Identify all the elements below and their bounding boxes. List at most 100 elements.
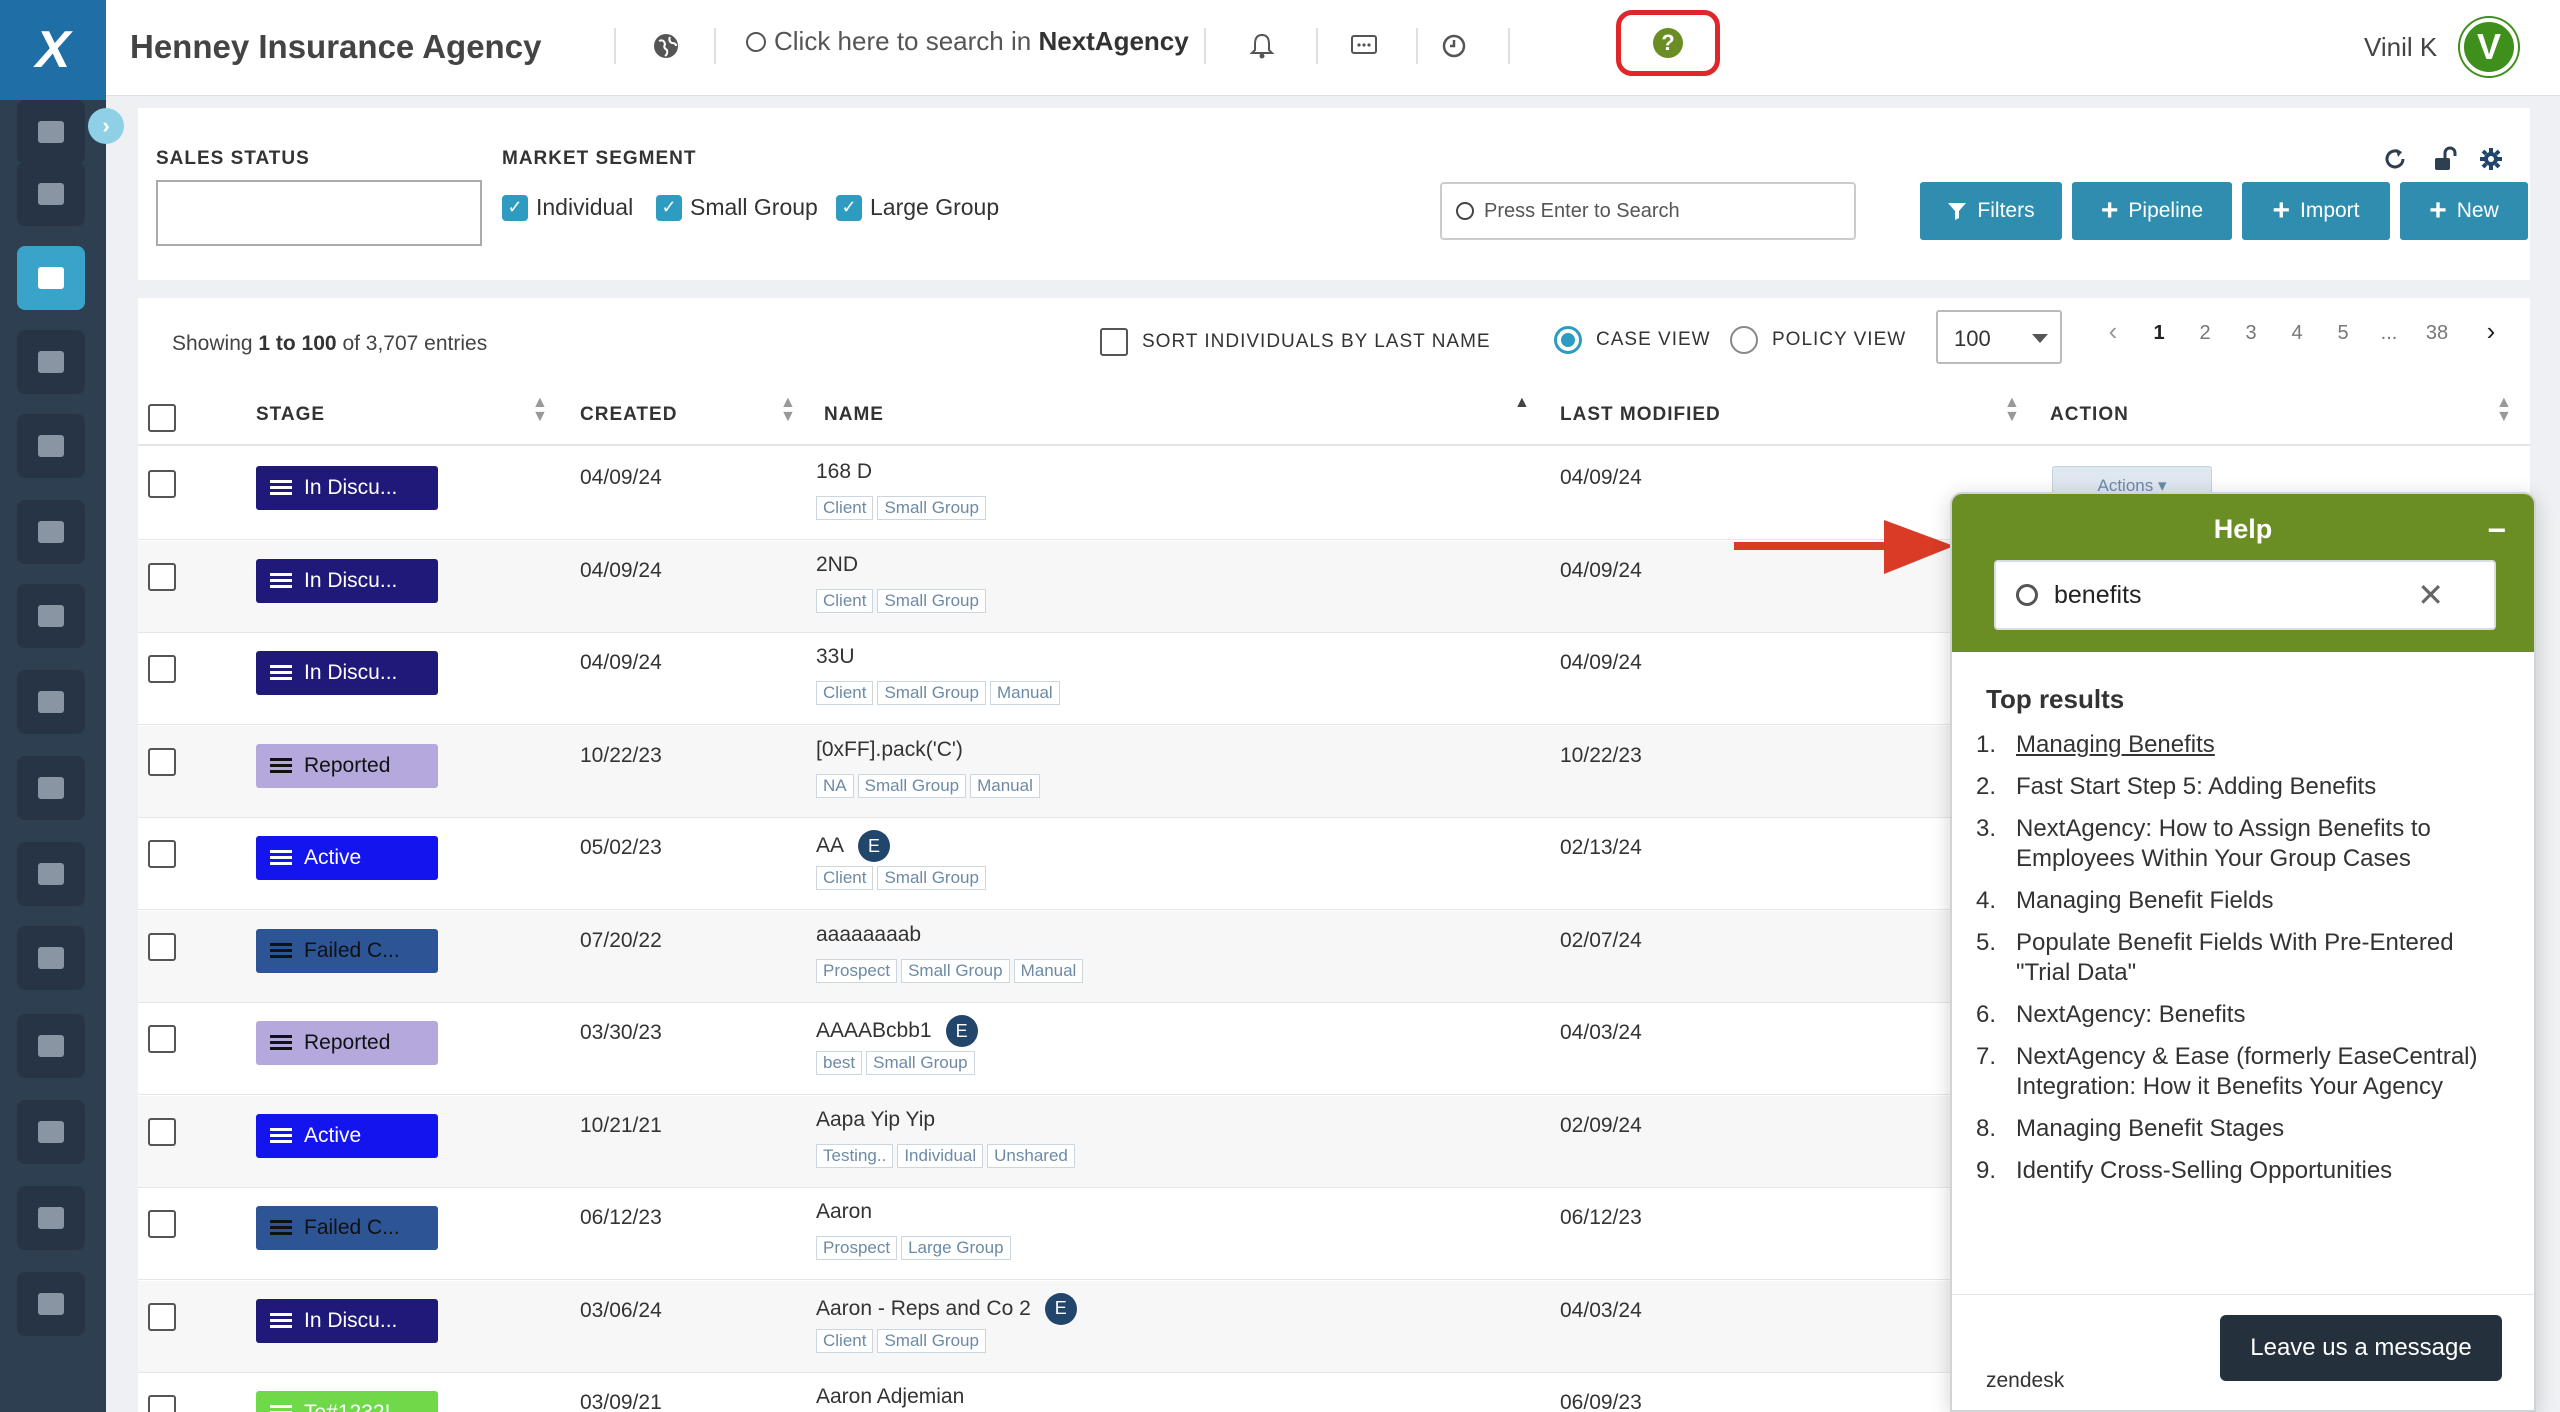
- help-result-item[interactable]: 4. Managing Benefit Fields: [1976, 886, 2506, 916]
- stage-badge[interactable]: In Discu...: [256, 1298, 438, 1343]
- case-name[interactable]: Aaron - Reps and Co 2 E: [816, 1292, 1077, 1325]
- row-checkbox[interactable]: [148, 1210, 176, 1238]
- row-checkbox[interactable]: [148, 562, 176, 591]
- row-checkbox[interactable]: [148, 655, 176, 683]
- stage-badge[interactable]: In Discu...: [256, 651, 438, 695]
- result-link[interactable]: Fast Start Step 5: Adding Benefits: [2016, 772, 2376, 802]
- case-name[interactable]: Aaron: [816, 1200, 872, 1224]
- case-name-text[interactable]: Aapa Yip Yip: [816, 1108, 935, 1132]
- sidebar-item-book[interactable]: [17, 414, 85, 478]
- select-all-checkbox[interactable]: [148, 404, 176, 432]
- sidebar-item-calendar[interactable]: [17, 670, 85, 734]
- stage-badge[interactable]: Active: [256, 836, 438, 880]
- minimize-icon[interactable]: −: [2487, 512, 2506, 549]
- sidebar-item-pie-chart[interactable]: [17, 162, 85, 226]
- stage-badge[interactable]: Active: [256, 1113, 438, 1158]
- result-link[interactable]: Identify Cross-Selling Opportunities: [2016, 1156, 2392, 1186]
- help-result-item[interactable]: 6. NextAgency: Benefits: [1976, 1000, 2506, 1030]
- row-checkbox[interactable]: [148, 1395, 176, 1412]
- sidebar-item-lock[interactable]: [17, 100, 85, 164]
- prev-page-button[interactable]: ‹: [2096, 316, 2130, 347]
- new-button[interactable]: + New: [2400, 182, 2528, 240]
- stage-badge[interactable]: Reported: [256, 743, 438, 788]
- case-name-text[interactable]: AA: [816, 834, 844, 858]
- filters-button[interactable]: Filters: [1920, 182, 2062, 240]
- sidebar-item-contact[interactable]: [17, 926, 85, 990]
- sort-individuals-checkbox[interactable]: SORT INDIVIDUALS BY LAST NAME: [1100, 328, 1491, 356]
- page-button[interactable]: 1: [2142, 322, 2176, 345]
- row-checkbox[interactable]: [148, 932, 176, 961]
- unlock-icon[interactable]: [2432, 146, 2458, 179]
- globe-icon[interactable]: [648, 28, 684, 64]
- column-header-name[interactable]: NAME: [824, 404, 884, 426]
- case-name[interactable]: 33U: [816, 645, 855, 669]
- case-name[interactable]: aaaaaaaab: [816, 923, 921, 947]
- case-name-text[interactable]: [0xFF].pack('C'): [816, 738, 963, 762]
- app-logo[interactable]: X: [0, 0, 106, 100]
- sidebar-item-monitor[interactable]: [17, 330, 85, 394]
- sort-icon[interactable]: ▲ ▼: [532, 395, 548, 425]
- help-result-item[interactable]: 9. Identify Cross-Selling Opportunities: [1976, 1156, 2506, 1186]
- bell-icon[interactable]: [1244, 28, 1280, 64]
- refresh-icon[interactable]: [2382, 146, 2408, 179]
- row-checkbox[interactable]: [148, 1117, 176, 1146]
- stage-badge[interactable]: In Discu...: [256, 558, 438, 603]
- sidebar-toggle-button[interactable]: ›: [88, 108, 124, 144]
- sidebar-item-mail[interactable]: [17, 756, 85, 820]
- page-button[interactable]: 4: [2280, 322, 2314, 345]
- case-name-text[interactable]: AAAABcbb1: [816, 1019, 932, 1043]
- stage-badge[interactable]: Te#1232!: [256, 1391, 438, 1412]
- case-name[interactable]: 168 D: [816, 460, 872, 484]
- result-link[interactable]: Managing Benefit Stages: [2016, 1114, 2284, 1144]
- result-link[interactable]: Managing Benefits: [2016, 730, 2215, 760]
- segment-checkbox-large-group[interactable]: ✓ Large Group: [836, 194, 999, 221]
- pipeline-button[interactable]: + Pipeline: [2072, 182, 2232, 240]
- help-button[interactable]: ?: [1616, 10, 1720, 76]
- sidebar-item-bar-chart[interactable]: [17, 584, 85, 648]
- close-icon[interactable]: ✕: [2417, 576, 2444, 614]
- import-button[interactable]: + Import: [2242, 182, 2390, 240]
- case-name[interactable]: Aapa Yip Yip: [816, 1108, 935, 1132]
- page-button[interactable]: 5: [2326, 322, 2360, 345]
- help-search-input[interactable]: benefits ✕: [1994, 560, 2496, 630]
- row-checkbox[interactable]: [148, 1302, 176, 1331]
- help-result-item[interactable]: 1. Managing Benefits: [1976, 730, 2506, 760]
- column-header-created[interactable]: CREATED: [580, 404, 677, 426]
- page-button[interactable]: 3: [2234, 322, 2268, 345]
- row-checkbox[interactable]: [148, 1025, 176, 1053]
- result-link[interactable]: Populate Benefit Fields With Pre-Entered…: [2016, 928, 2506, 988]
- case-name[interactable]: [0xFF].pack('C'): [816, 738, 963, 762]
- sidebar-item-briefcase[interactable]: [17, 500, 85, 564]
- pipeline-search-input[interactable]: Press Enter to Search: [1440, 182, 1856, 240]
- case-name-text[interactable]: Aaron Adjemian: [816, 1385, 964, 1409]
- zendesk-logo[interactable]: zendesk: [1986, 1369, 2064, 1393]
- clock-icon[interactable]: [1436, 28, 1472, 64]
- sort-icon[interactable]: ▲ ▼: [780, 395, 796, 425]
- policy-view-radio[interactable]: POLICY VIEW: [1730, 326, 1906, 354]
- page-button[interactable]: 38: [2420, 322, 2454, 345]
- column-header-last-modified[interactable]: LAST MODIFIED: [1560, 404, 1721, 426]
- stage-badge[interactable]: Failed C...: [256, 1206, 438, 1250]
- case-name[interactable]: Aaron Adjemian: [816, 1385, 964, 1409]
- gear-icon[interactable]: [2478, 146, 2504, 179]
- sidebar-item-clipboard[interactable]: [17, 1272, 85, 1336]
- sidebar-item-lines[interactable]: [17, 1100, 85, 1164]
- sort-icon[interactable]: ▲ ▼: [2004, 395, 2020, 425]
- case-name[interactable]: AA E: [816, 830, 891, 862]
- case-name-text[interactable]: Aaron: [816, 1200, 872, 1224]
- next-page-button[interactable]: ›: [2474, 316, 2508, 347]
- help-result-item[interactable]: 2. Fast Start Step 5: Adding Benefits: [1976, 772, 2506, 802]
- case-name-text[interactable]: 168 D: [816, 460, 872, 484]
- leave-message-button[interactable]: Leave us a message: [2220, 1315, 2502, 1381]
- case-name[interactable]: 2ND: [816, 553, 858, 577]
- segment-checkbox-small-group[interactable]: ✓ Small Group: [656, 194, 818, 221]
- stage-badge[interactable]: In Discu...: [256, 466, 438, 510]
- case-name-text[interactable]: Aaron - Reps and Co 2: [816, 1297, 1031, 1321]
- row-checkbox[interactable]: [148, 840, 176, 868]
- column-header-stage[interactable]: STAGE: [256, 404, 325, 426]
- sidebar-item-handshake[interactable]: [17, 842, 85, 906]
- result-link[interactable]: NextAgency: Benefits: [2016, 1000, 2245, 1030]
- case-name-text[interactable]: aaaaaaaab: [816, 923, 921, 947]
- case-name-text[interactable]: 2ND: [816, 553, 858, 577]
- user-name[interactable]: Vinil K: [2364, 32, 2437, 63]
